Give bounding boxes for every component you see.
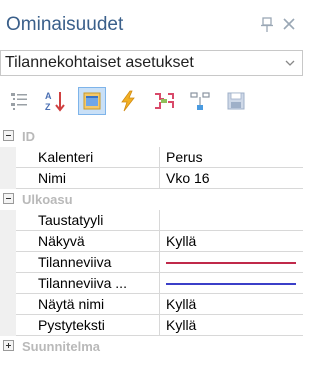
property-row-taustatyyli[interactable]: Taustatyyli bbox=[0, 210, 303, 231]
property-value[interactable]: Perus bbox=[160, 147, 303, 168]
expand-icon[interactable] bbox=[3, 340, 14, 351]
line-color-swatch bbox=[166, 283, 296, 285]
property-row-nayta-nimi[interactable]: Näytä nimi Kyllä bbox=[0, 294, 303, 315]
title-bar: Ominaisuudet bbox=[0, 0, 303, 50]
collapse-icon[interactable] bbox=[3, 130, 14, 141]
property-name: Näytä nimi bbox=[16, 294, 160, 315]
events-button[interactable] bbox=[114, 87, 142, 115]
pin-icon[interactable] bbox=[260, 17, 274, 33]
save-button[interactable] bbox=[222, 87, 250, 115]
property-pages-icon bbox=[155, 93, 174, 109]
alphabetical-sort-button[interactable]: A Z bbox=[42, 87, 70, 115]
save-icon bbox=[227, 92, 245, 110]
property-name: Tilanneviiva bbox=[16, 252, 160, 273]
events-icon bbox=[121, 90, 135, 112]
property-grid: ID Kalenteri Perus Nimi Vko 16 Ulkoasu T… bbox=[0, 126, 303, 388]
property-value-line[interactable] bbox=[160, 273, 303, 294]
property-row-nimi[interactable]: Nimi Vko 16 bbox=[0, 168, 303, 189]
svg-text:Z: Z bbox=[45, 102, 51, 112]
property-name: Tilanneviiva ... bbox=[16, 273, 160, 294]
property-value[interactable] bbox=[160, 210, 303, 231]
property-row-tilanneviiva[interactable]: Tilanneviiva bbox=[0, 252, 303, 273]
categorized-icon bbox=[11, 93, 27, 110]
category-id[interactable]: ID bbox=[0, 126, 303, 147]
properties-panel: Ominaisuudet Tilannekohtaiset asetukset bbox=[0, 0, 303, 388]
category-label: Suunnitelma bbox=[22, 339, 101, 354]
line-color-swatch bbox=[166, 262, 296, 264]
category-ulkoasu[interactable]: Ulkoasu bbox=[0, 189, 303, 210]
property-value-line[interactable] bbox=[160, 252, 303, 273]
toolbar: A Z bbox=[0, 76, 303, 126]
properties-icon bbox=[83, 92, 101, 110]
chevron-down-icon[interactable] bbox=[284, 57, 296, 69]
properties-button[interactable] bbox=[78, 87, 106, 115]
property-value[interactable]: Kyllä bbox=[160, 231, 303, 252]
property-row-kalenteri[interactable]: Kalenteri Perus bbox=[0, 147, 303, 168]
property-pages-button[interactable] bbox=[150, 87, 178, 115]
property-row-pystyteksti[interactable]: Pystyteksti Kyllä bbox=[0, 315, 303, 336]
hierarchy-button[interactable] bbox=[186, 87, 214, 115]
property-row-nakyva[interactable]: Näkyvä Kyllä bbox=[0, 231, 303, 252]
svg-text:A: A bbox=[45, 91, 52, 101]
close-icon[interactable] bbox=[283, 18, 295, 30]
panel-title: Ominaisuudet bbox=[6, 14, 124, 35]
property-name: Pystyteksti bbox=[16, 315, 160, 336]
alphabetical-sort-icon: A Z bbox=[45, 91, 65, 112]
collapse-icon[interactable] bbox=[3, 193, 14, 204]
object-selector[interactable]: Tilannekohtaiset asetukset bbox=[0, 50, 303, 76]
property-name: Nimi bbox=[16, 168, 160, 189]
property-name: Näkyvä bbox=[16, 231, 160, 252]
category-label: ID bbox=[22, 129, 35, 144]
property-name: Taustatyyli bbox=[16, 210, 160, 231]
property-value[interactable]: Kyllä bbox=[160, 294, 303, 315]
property-value[interactable]: Kyllä bbox=[160, 315, 303, 336]
category-suunnitelma[interactable]: Suunnitelma bbox=[0, 336, 303, 357]
hierarchy-icon bbox=[190, 92, 210, 110]
property-row-tilanneviiva-2[interactable]: Tilanneviiva ... bbox=[0, 273, 303, 294]
property-value[interactable]: Vko 16 bbox=[160, 168, 303, 189]
property-name: Kalenteri bbox=[16, 147, 160, 168]
categorized-button[interactable] bbox=[6, 87, 34, 115]
category-label: Ulkoasu bbox=[22, 192, 73, 207]
object-selector-value: Tilannekohtaiset asetukset bbox=[5, 54, 194, 71]
